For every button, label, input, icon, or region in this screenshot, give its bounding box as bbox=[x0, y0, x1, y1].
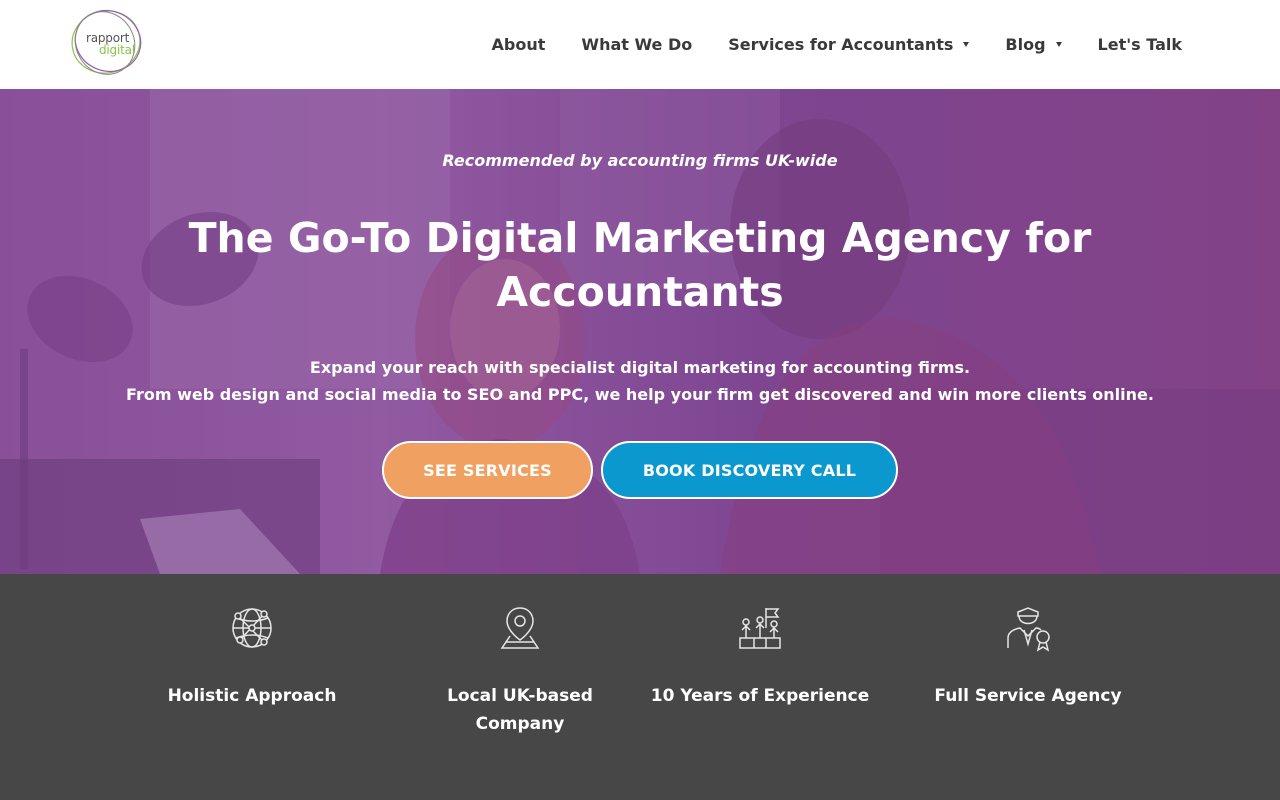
main-nav: About What We Do Services for Accountant… bbox=[456, 0, 1182, 89]
globe-network-icon bbox=[232, 608, 272, 648]
features-section: Holistic Approach Local UK-based Company bbox=[0, 574, 1280, 800]
feature-label: 10 Years of Experience bbox=[650, 686, 870, 706]
businessman-award-icon bbox=[1007, 607, 1050, 652]
hero-title: The Go-To Digital Marketing Agency for A… bbox=[188, 214, 1092, 316]
hero-subtitle: Expand your reach with specialist digita… bbox=[0, 354, 1280, 408]
hero-section: Recommended by accounting firms UK-wide … bbox=[0, 89, 1280, 574]
nav-services[interactable]: Services for Accountants bbox=[728, 35, 970, 54]
team-flag-icon bbox=[739, 608, 781, 649]
hero-subtitle-line-1: Expand your reach with specialist digita… bbox=[309, 358, 971, 377]
feature-label: Full Service Agency bbox=[934, 686, 1122, 706]
nav-blog-label: Blog bbox=[1005, 35, 1046, 54]
hero-tagline: Recommended by accounting firms UK-wide bbox=[442, 151, 838, 170]
book-discovery-call-button[interactable]: BOOK DISCOVERY CALL bbox=[601, 441, 898, 499]
nav-what-we-do[interactable]: What We Do bbox=[581, 35, 692, 54]
nav-about[interactable]: About bbox=[492, 35, 546, 54]
rapport-digital-logo[interactable]: rapport digital bbox=[68, 6, 146, 78]
feature-label: Local UK-based Company bbox=[447, 686, 593, 734]
map-pin-icon bbox=[500, 607, 540, 649]
chevron-down-icon bbox=[1055, 42, 1062, 47]
nav-services-label: Services for Accountants bbox=[728, 35, 954, 54]
nav-lets-talk[interactable]: Let's Talk bbox=[1098, 35, 1182, 54]
site-header: rapport digital About What We Do Service… bbox=[0, 0, 1280, 89]
nav-blog[interactable]: Blog bbox=[1005, 35, 1062, 54]
chevron-down-icon bbox=[963, 42, 970, 47]
feature-label: Holistic Approach bbox=[167, 686, 337, 706]
logo-text-digital: digital bbox=[99, 43, 135, 57]
see-services-button[interactable]: SEE SERVICES bbox=[382, 441, 593, 499]
hero-subtitle-line-2: From web design and social media to SEO … bbox=[126, 385, 1154, 404]
